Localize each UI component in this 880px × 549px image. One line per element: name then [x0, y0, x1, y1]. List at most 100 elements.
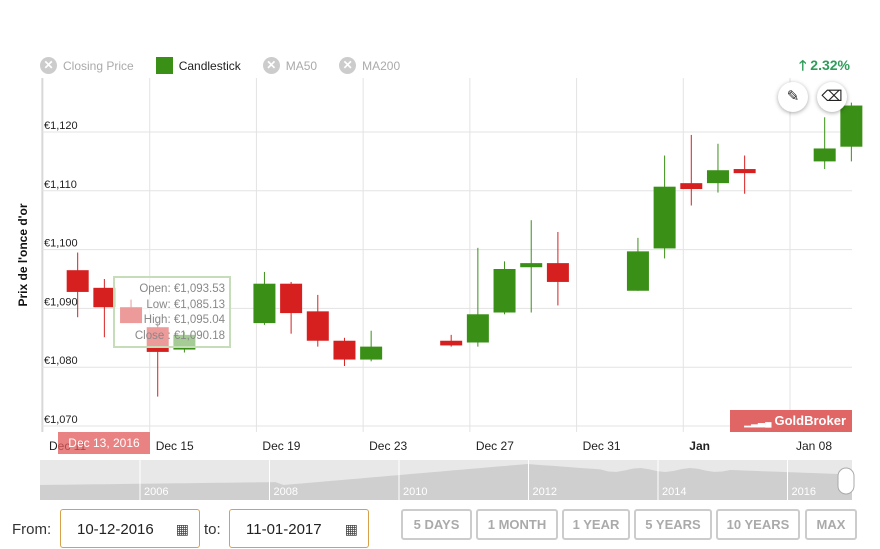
arrow-up-icon: 🡑	[799, 57, 807, 73]
x-tick-label: Dec 15	[156, 439, 194, 453]
tooltip-close: Close : €1,090.18	[134, 329, 225, 342]
candle-body	[66, 270, 89, 292]
eraser-icon: ⌫	[821, 88, 843, 105]
navigator-year-label: 2012	[533, 486, 557, 498]
legend-label: Closing Price	[63, 58, 134, 73]
legend-label: MA50	[285, 58, 318, 73]
y-tick-label: €1,100	[44, 238, 78, 250]
candle-body	[333, 340, 356, 360]
candle-up	[840, 102, 863, 162]
navigator-year-label: 2008	[274, 486, 298, 498]
candle-body	[653, 186, 676, 249]
candle-up	[653, 155, 676, 259]
candle-body	[520, 263, 543, 268]
x-tick-label: Jan	[689, 439, 710, 453]
to-date-input[interactable]: 11-01-2017 ▦	[229, 509, 369, 548]
ohlc-tooltip: Open: €1,093.53 Low: €1,085.13 High: €1,…	[113, 276, 231, 348]
candle-body	[280, 283, 303, 314]
range-10-years-button[interactable]: 10 YEARS	[716, 509, 800, 540]
calendar-icon[interactable]: ▦	[345, 510, 358, 549]
candle-body	[466, 314, 489, 343]
x-tick-label: Dec 31	[583, 439, 621, 453]
candle-down	[440, 334, 463, 347]
legend-closing-price[interactable]: ✕ Closing Price	[40, 57, 134, 74]
legend-ma200[interactable]: ✕ MA200	[339, 57, 400, 74]
navigator-handle[interactable]	[837, 467, 855, 495]
navigator-year-label: 2010	[403, 486, 427, 498]
brand-name: GoldBroker	[774, 413, 846, 428]
range-1-year-button[interactable]: 1 YEAR	[562, 509, 630, 540]
candle-up	[626, 237, 649, 291]
y-tick-label: €1,120	[44, 120, 78, 132]
x-axis: Dec 11Dec 15Dec 19Dec 23Dec 27Dec 31JanJ…	[49, 439, 832, 453]
x-tick-label: Dec 23	[369, 439, 407, 453]
legend-label: Candlestick	[178, 58, 241, 73]
candle-body	[840, 105, 863, 147]
to-label: to:	[204, 521, 221, 538]
date-range-controls: From: 10-12-2016 ▦ to: 11-01-2017 ▦ 5 DAYS…	[0, 509, 880, 548]
y-tick-label: €1,080	[44, 355, 78, 367]
y-tick-label: €1,090	[44, 296, 78, 308]
candle-body	[546, 263, 569, 282]
range-5-years-button[interactable]: 5 YEARS	[634, 509, 712, 540]
candle-body	[706, 170, 729, 184]
close-icon: ✕	[262, 57, 280, 74]
candle-down	[306, 294, 329, 347]
pencil-icon: ✎	[786, 88, 800, 105]
from-label: From:	[12, 521, 52, 538]
candle-body	[626, 251, 649, 291]
chart-grid	[41, 78, 852, 432]
price-change-value: 2.32%	[810, 57, 850, 73]
candle-body	[306, 311, 329, 341]
crosshair-date-label: Dec 13, 2016	[58, 432, 150, 454]
close-icon: ✕	[40, 57, 57, 74]
draw-button[interactable]: ✎	[778, 82, 808, 112]
range-5-days-button[interactable]: 5 DAYS	[401, 509, 472, 540]
navigator-year-label: 2016	[792, 486, 816, 498]
price-chart: €1,070 €1,080 €1,090 €1,100 €1,110 €1,120 Pri…	[16, 78, 863, 500]
candle-up	[813, 117, 836, 170]
candle-body	[493, 269, 516, 313]
tooltip-open: Open: €1,093.53	[139, 283, 225, 295]
to-date-value: 11-01-2017	[246, 521, 322, 538]
from-date-input[interactable]: 10-12-2016 ▦	[60, 509, 200, 548]
candle-body	[360, 346, 383, 360]
candle-body	[680, 183, 703, 190]
tooltip-low: Low: €1,085.13	[146, 298, 225, 311]
candle-body	[733, 169, 756, 174]
y-axis-title: Prix de l'once d'or	[16, 203, 30, 306]
candle-down	[546, 231, 569, 306]
legend-label: MA200	[362, 58, 401, 73]
from-date-value: 10-12-2016	[77, 521, 154, 538]
candle-down	[733, 155, 756, 194]
candle-up	[706, 143, 729, 193]
candle-body	[253, 283, 276, 324]
range-navigator[interactable]: 2006 2008 2010 2012 2014 2016	[40, 460, 855, 500]
y-tick-label: €1,110	[44, 179, 77, 191]
range-max-button[interactable]: MAX	[805, 509, 857, 540]
price-change: 🡑 2.32%	[799, 55, 850, 79]
calendar-icon[interactable]: ▦	[176, 510, 189, 549]
close-icon: ✕	[339, 57, 357, 74]
green-square-icon	[155, 57, 173, 74]
range-1-month-button[interactable]: 1 MONTH	[476, 509, 558, 540]
legend-candlestick[interactable]: Candlestick	[155, 57, 241, 74]
candle-body	[813, 148, 836, 162]
candle-up	[493, 261, 516, 315]
legend-ma50[interactable]: ✕ MA50	[262, 57, 318, 74]
x-tick-label: Jan 08	[796, 439, 832, 453]
candle-up	[520, 220, 543, 313]
chart-legend: ✕ Closing Price Candlestick ✕ MA50 ✕ MA200	[40, 57, 400, 74]
candle-down	[280, 281, 303, 334]
candle-down	[333, 337, 356, 367]
candle-body	[440, 340, 463, 346]
erase-button[interactable]: ⌫	[817, 82, 847, 112]
x-tick-label: Dec 19	[262, 439, 300, 453]
navigator-year-label: 2014	[662, 486, 686, 498]
signal-icon: ▁▂▃▄	[744, 417, 772, 427]
brand-logo: ▁▂▃▄ GoldBroker	[730, 410, 852, 432]
tooltip-high: High: €1,095.04	[143, 314, 225, 326]
y-tick-label: €1,070	[44, 414, 78, 426]
navigator-year-label: 2006	[144, 486, 168, 498]
x-tick-label: Dec 27	[476, 439, 514, 453]
